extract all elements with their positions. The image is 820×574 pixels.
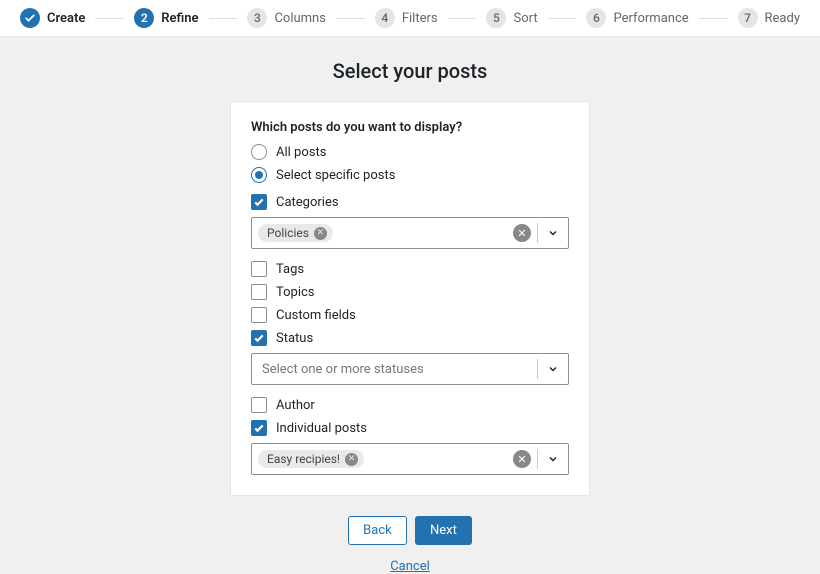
step-sort[interactable]: 5 Sort bbox=[486, 8, 537, 28]
form-card: Which posts do you want to display? All … bbox=[230, 101, 590, 496]
step-connector bbox=[209, 18, 238, 19]
checkbox-categories[interactable]: Categories bbox=[251, 194, 569, 210]
chip-label: Easy recipies! bbox=[267, 452, 340, 466]
radio-select-specific[interactable]: Select specific posts bbox=[251, 167, 569, 183]
step-refine[interactable]: 2 Refine bbox=[134, 8, 198, 28]
checkbox-status[interactable]: Status bbox=[251, 330, 569, 346]
checkbox-individual-posts[interactable]: Individual posts bbox=[251, 420, 569, 436]
step-columns[interactable]: 3 Columns bbox=[247, 8, 326, 28]
checkbox-label: Individual posts bbox=[276, 421, 367, 436]
step-ready[interactable]: 7 Ready bbox=[738, 8, 800, 28]
step-number: 4 bbox=[375, 8, 395, 28]
checkbox-label: Topics bbox=[276, 285, 315, 300]
select-body[interactable]: Policies ✕ bbox=[252, 224, 513, 242]
checkbox-custom-fields[interactable]: Custom fields bbox=[251, 307, 569, 323]
check-icon bbox=[20, 8, 40, 28]
step-connector bbox=[448, 18, 477, 19]
step-number: 3 bbox=[247, 8, 267, 28]
checkbox-label: Tags bbox=[276, 262, 304, 277]
step-label: Sort bbox=[513, 11, 537, 26]
step-connector bbox=[336, 18, 365, 19]
page-title: Select your posts bbox=[0, 59, 820, 83]
select-placeholder: Select one or more statuses bbox=[258, 362, 424, 377]
step-label: Filters bbox=[402, 11, 438, 26]
chip-easy-recipies: Easy recipies! ✕ bbox=[258, 450, 364, 468]
chevron-down-icon[interactable] bbox=[538, 453, 568, 465]
checkbox-icon bbox=[251, 261, 267, 277]
step-number: 6 bbox=[586, 8, 606, 28]
checkbox-icon bbox=[251, 330, 267, 346]
status-select[interactable]: Select one or more statuses bbox=[251, 353, 569, 385]
step-label: Ready bbox=[765, 11, 800, 26]
step-number: 5 bbox=[486, 8, 506, 28]
checkbox-icon bbox=[251, 284, 267, 300]
chip-label: Policies bbox=[267, 226, 309, 240]
step-filters[interactable]: 4 Filters bbox=[375, 8, 438, 28]
step-connector bbox=[548, 18, 577, 19]
clear-icon[interactable]: ✕ bbox=[513, 450, 531, 468]
select-body[interactable]: Select one or more statuses bbox=[252, 362, 537, 377]
radio-all-posts[interactable]: All posts bbox=[251, 144, 569, 160]
checkbox-topics[interactable]: Topics bbox=[251, 284, 569, 300]
action-bar: Back Next bbox=[0, 516, 820, 545]
radio-label: All posts bbox=[276, 145, 326, 160]
next-button[interactable]: Next bbox=[415, 516, 472, 545]
chip-policies: Policies ✕ bbox=[258, 224, 333, 242]
step-label: Columns bbox=[274, 11, 326, 26]
step-label: Create bbox=[47, 11, 85, 26]
wizard-stepper: Create 2 Refine 3 Columns 4 Filters 5 So… bbox=[0, 0, 820, 37]
checkbox-icon bbox=[251, 397, 267, 413]
step-create[interactable]: Create bbox=[20, 8, 85, 28]
step-number: 7 bbox=[738, 8, 758, 28]
step-label: Refine bbox=[161, 11, 198, 26]
radio-icon bbox=[251, 144, 267, 160]
chip-remove-icon[interactable]: ✕ bbox=[345, 453, 358, 466]
chevron-down-icon[interactable] bbox=[538, 363, 568, 375]
step-connector bbox=[699, 18, 728, 19]
step-performance[interactable]: 6 Performance bbox=[586, 8, 688, 28]
checkbox-label: Status bbox=[276, 331, 313, 346]
categories-select[interactable]: Policies ✕ ✕ bbox=[251, 217, 569, 249]
question-text: Which posts do you want to display? bbox=[251, 120, 569, 135]
checkbox-icon bbox=[251, 420, 267, 436]
step-number: 2 bbox=[134, 8, 154, 28]
radio-icon bbox=[251, 167, 267, 183]
checkbox-icon bbox=[251, 194, 267, 210]
clear-icon[interactable]: ✕ bbox=[513, 224, 531, 242]
step-connector bbox=[95, 18, 124, 19]
checkbox-label: Categories bbox=[276, 195, 339, 210]
radio-label: Select specific posts bbox=[276, 168, 395, 183]
chip-remove-icon[interactable]: ✕ bbox=[314, 227, 327, 240]
individual-posts-select[interactable]: Easy recipies! ✕ ✕ bbox=[251, 443, 569, 475]
checkbox-tags[interactable]: Tags bbox=[251, 261, 569, 277]
checkbox-label: Custom fields bbox=[276, 308, 356, 323]
checkbox-label: Author bbox=[276, 398, 315, 413]
chevron-down-icon[interactable] bbox=[538, 227, 568, 239]
checkbox-author[interactable]: Author bbox=[251, 397, 569, 413]
step-label: Performance bbox=[613, 11, 688, 26]
select-body[interactable]: Easy recipies! ✕ bbox=[252, 450, 513, 468]
back-button[interactable]: Back bbox=[348, 516, 407, 545]
cancel-link[interactable]: Cancel bbox=[0, 559, 820, 574]
checkbox-icon bbox=[251, 307, 267, 323]
